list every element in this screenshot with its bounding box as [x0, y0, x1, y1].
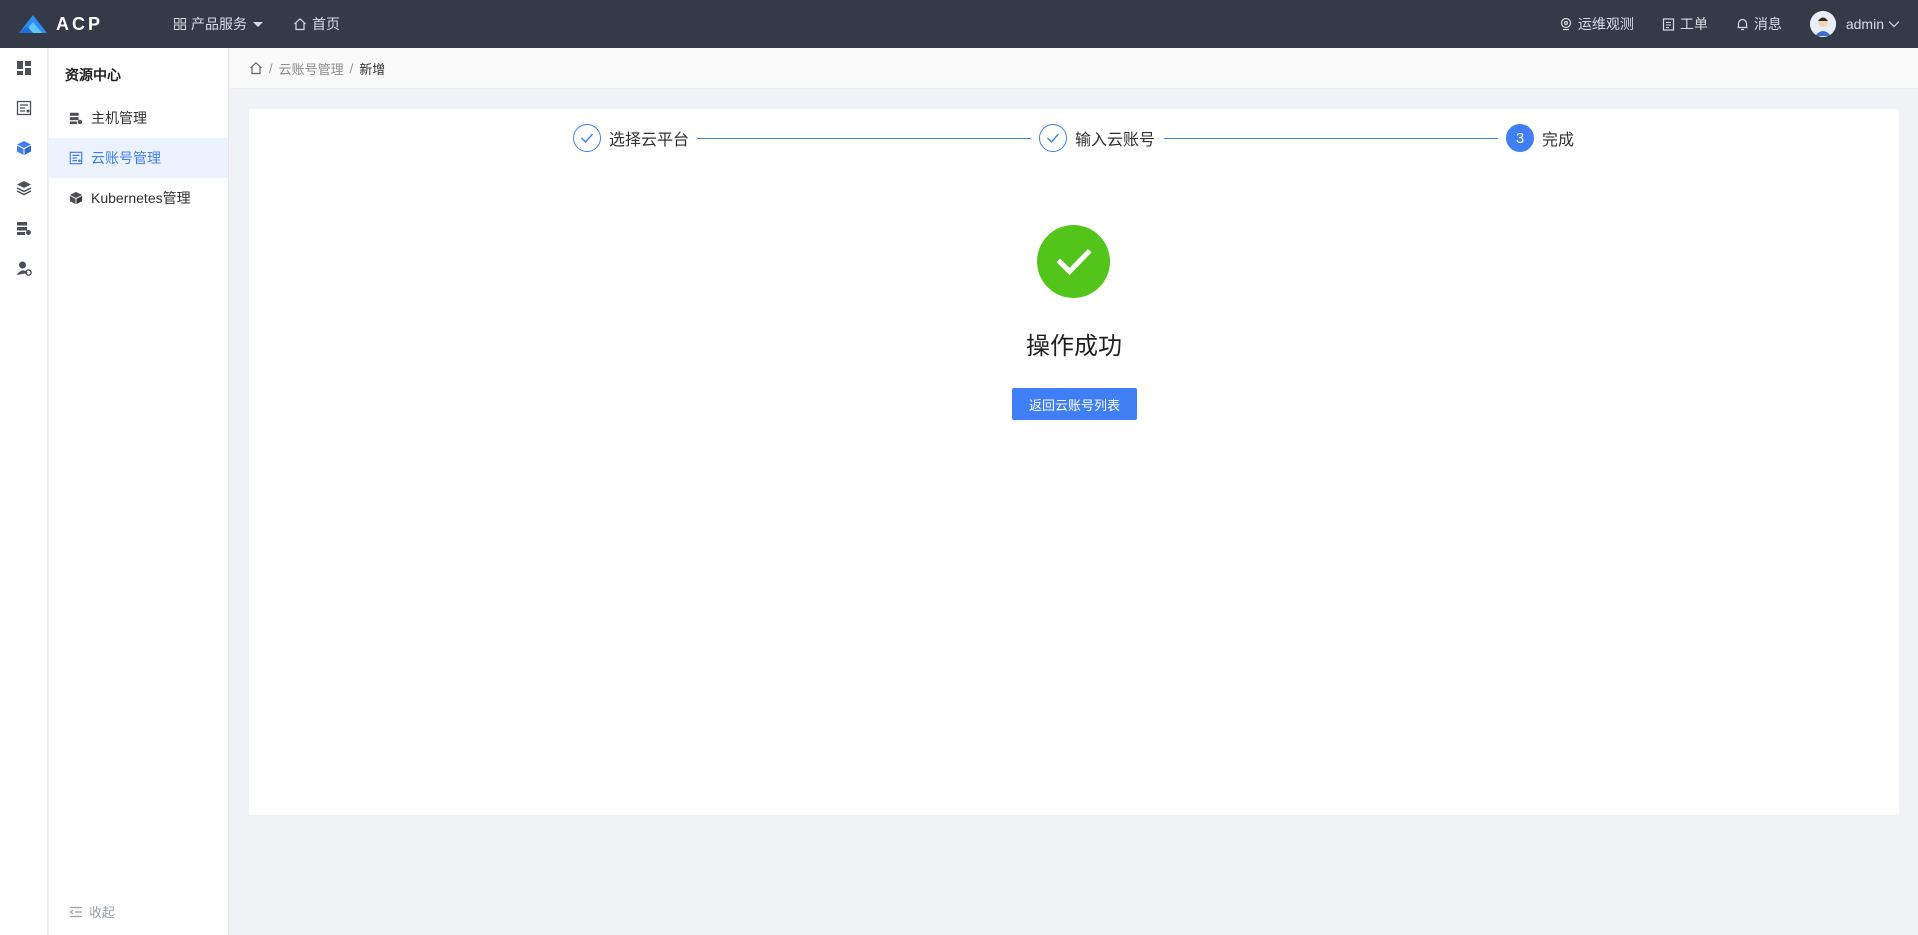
back-to-list-button[interactable]: 返回云账号列表 [1012, 388, 1137, 420]
rail-resource[interactable] [0, 88, 48, 128]
logo-text: ACP [56, 13, 104, 34]
monitor-icon [1560, 17, 1571, 31]
home-icon[interactable] [249, 61, 263, 75]
steps: 选择云平台 输入云账号 3 完成 [573, 124, 1578, 154]
rail-dashboard[interactable] [0, 48, 48, 88]
caret-down-icon [253, 21, 263, 27]
home-icon [294, 17, 306, 31]
ops-label: 运维观测 [1577, 16, 1634, 32]
sidebar-item-label: 云账号管理 [91, 150, 161, 166]
sidebar-item-label: Kubernetes管理 [91, 190, 191, 206]
resource-icon [16, 100, 32, 116]
breadcrumb-cloud-accounts[interactable]: 云账号管理 [279, 59, 344, 78]
clipboard-icon [1662, 18, 1674, 31]
sidebar-item-hosts[interactable]: 主机管理 [49, 98, 228, 138]
avatar-icon [1809, 11, 1836, 37]
step-done-indicator [1039, 124, 1067, 152]
logo[interactable]: ACP [18, 14, 148, 35]
cube-icon [17, 141, 31, 155]
breadcrumb-separator: / [269, 60, 273, 76]
collapse-label: 收起 [89, 905, 116, 920]
layers-icon [16, 181, 32, 196]
collapse-icon [69, 906, 82, 917]
user-settings-icon [16, 261, 32, 276]
cloud-account-icon [69, 151, 83, 165]
server-icon [69, 112, 83, 125]
step-input-account: 输入云账号 [1039, 124, 1155, 152]
home-link[interactable]: 首页 [293, 14, 340, 34]
icon-rail [0, 48, 48, 935]
rail-server[interactable] [0, 208, 48, 248]
content-card: 选择云平台 输入云账号 3 完成 操作成功 返回云账号列表 [249, 109, 1899, 815]
check-icon [1056, 248, 1091, 275]
success-icon [1037, 225, 1110, 298]
user-menu[interactable]: admin [1809, 11, 1900, 37]
server-icon [17, 222, 31, 235]
step-finish: 3 完成 [1506, 124, 1574, 152]
rail-user[interactable] [0, 248, 48, 288]
avatar [1809, 11, 1836, 37]
top-bar: ACP 产品服务 首页 运维观测 工单 消息 admin [0, 0, 1918, 48]
collapse-button[interactable]: 收起 [69, 902, 115, 921]
sidebar-item-label: 主机管理 [91, 110, 147, 126]
breadcrumb-separator: / [349, 60, 354, 76]
grid-icon [174, 18, 186, 30]
tickets-link[interactable]: 工单 [1662, 14, 1708, 34]
check-icon [581, 133, 594, 144]
home-label: 首页 [312, 16, 340, 32]
side-menu: 资源中心 主机管理 云账号管理 Kubernetes管理 收起 [49, 48, 229, 935]
bell-icon [1737, 18, 1748, 31]
products-label: 产品服务 [191, 16, 247, 32]
sidebar-item-kubernetes[interactable]: Kubernetes管理 [49, 178, 228, 218]
side-menu-title: 资源中心 [65, 67, 121, 83]
chevron-down-icon [1888, 21, 1900, 28]
sidebar-item-cloud-accounts[interactable]: 云账号管理 [49, 138, 228, 178]
breadcrumb: / 云账号管理 / 新增 [230, 48, 1918, 89]
messages-label: 消息 [1753, 16, 1782, 32]
logo-icon [19, 15, 47, 33]
step-label: 选择云平台 [609, 132, 690, 149]
tickets-label: 工单 [1679, 16, 1708, 32]
check-icon [1047, 133, 1060, 144]
step-connector [1164, 138, 1498, 139]
messages-link[interactable]: 消息 [1736, 14, 1782, 34]
step-label: 输入云账号 [1075, 132, 1156, 149]
step-label: 完成 [1542, 132, 1575, 149]
cube-icon [69, 191, 83, 205]
user-name: admin [1845, 16, 1884, 32]
step-done-indicator [573, 124, 601, 152]
dashboard-icon [17, 61, 31, 75]
step-connector [697, 138, 1031, 139]
breadcrumb-current: 新增 [359, 61, 386, 77]
step-number: 3 [1506, 124, 1534, 152]
result-title: 操作成功 [1026, 333, 1122, 360]
ops-link[interactable]: 运维观测 [1559, 14, 1634, 34]
rail-layers[interactable] [0, 168, 48, 208]
products-menu[interactable]: 产品服务 [174, 14, 263, 34]
rail-cube[interactable] [0, 128, 48, 168]
step-select-platform: 选择云平台 [573, 124, 689, 152]
